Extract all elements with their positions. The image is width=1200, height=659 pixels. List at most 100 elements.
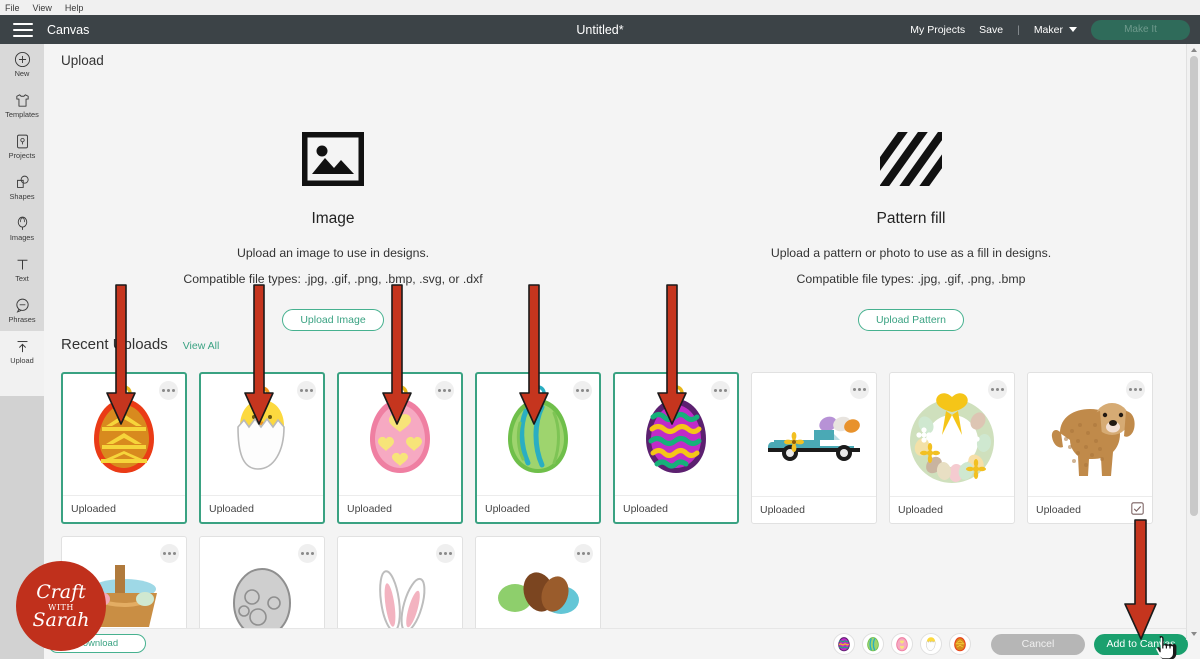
card-menu-button[interactable] bbox=[988, 380, 1007, 399]
sidebar-item-text[interactable]: Text bbox=[0, 249, 44, 290]
cockapoo-dog-art bbox=[1051, 402, 1135, 476]
selected-thumb-chick-in-shell[interactable] bbox=[920, 633, 942, 655]
sidebar-item-projects[interactable]: Projects bbox=[0, 126, 44, 167]
upload-status-label: Uploaded bbox=[485, 503, 530, 515]
vertical-scrollbar[interactable] bbox=[1186, 44, 1200, 640]
selected-thumbnails bbox=[833, 633, 971, 655]
selected-thumb-egg-red-chevron[interactable] bbox=[949, 633, 971, 655]
menu-file[interactable]: File bbox=[5, 3, 20, 13]
save-button[interactable]: Save bbox=[979, 24, 1003, 36]
zone-description: Upload a pattern or photo to use as a fi… bbox=[770, 246, 1052, 260]
panel-heading: Upload bbox=[44, 44, 1200, 76]
sidebar-item-label: Upload bbox=[10, 356, 34, 366]
scrollbar-thumb[interactable] bbox=[1190, 56, 1198, 516]
card-menu-button[interactable] bbox=[574, 544, 593, 563]
sidebar-item-upload[interactable]: Upload bbox=[0, 331, 44, 372]
hamburger-icon[interactable] bbox=[13, 22, 33, 37]
diagonal-stripes-icon bbox=[880, 132, 942, 191]
card-menu-button[interactable] bbox=[573, 381, 592, 400]
bunny-ears-art bbox=[379, 569, 426, 632]
scroll-up-arrow-icon[interactable] bbox=[1191, 48, 1197, 52]
menu-help[interactable]: Help bbox=[65, 3, 84, 13]
zone-title: Pattern fill bbox=[876, 210, 946, 227]
upload-card[interactable]: Uploaded bbox=[1027, 372, 1153, 524]
machine-selector[interactable]: Maker bbox=[1034, 24, 1077, 36]
pattern-upload-zone: Pattern fill Upload a pattern or photo t… bbox=[622, 132, 1200, 336]
cricut-design-space-window: File View Help Canvas Untitled* My Proje… bbox=[0, 0, 1200, 659]
upload-status-label: Uploaded bbox=[209, 503, 254, 515]
sidebar-items: New Templates Projects Shapes Images Tex… bbox=[0, 44, 44, 396]
canvas-label[interactable]: Canvas bbox=[47, 23, 89, 37]
upload-card-caption: Uploaded bbox=[477, 495, 599, 522]
easter-truck-art bbox=[768, 416, 860, 461]
recent-uploads-grid: Uploaded Uploaded Uploaded Uploaded Uplo… bbox=[44, 366, 1200, 659]
watermark-line-1: Craft bbox=[36, 580, 86, 603]
card-menu-button[interactable] bbox=[711, 381, 730, 400]
card-menu-button[interactable] bbox=[435, 381, 454, 400]
upload-pattern-button[interactable]: Upload Pattern bbox=[857, 309, 965, 331]
sidebar-item-label: Shapes bbox=[9, 192, 35, 202]
speech-bubble-icon bbox=[15, 298, 29, 314]
upload-panel: Upload Image Upload an image to use in d… bbox=[44, 44, 1200, 659]
sidebar-item-templates[interactable]: Templates bbox=[0, 85, 44, 126]
arrow-to-card-2 bbox=[244, 284, 274, 425]
sidebar-item-new[interactable]: New bbox=[0, 44, 44, 85]
sidebar-item-label: Text bbox=[15, 274, 29, 284]
zone-file-types: Compatible file types: .jpg, .gif, .png,… bbox=[796, 272, 1026, 286]
upload-card-caption: Uploaded bbox=[615, 495, 737, 522]
zone-title: Image bbox=[311, 210, 355, 227]
cancel-button[interactable]: Cancel bbox=[991, 633, 1085, 655]
upload-arrow-icon bbox=[17, 341, 27, 353]
plus-circle-icon bbox=[14, 52, 30, 68]
clipboard-icon bbox=[16, 134, 28, 149]
menu-view[interactable]: View bbox=[33, 3, 52, 13]
image-placeholder-icon bbox=[300, 130, 366, 191]
arrow-to-card-3 bbox=[382, 284, 412, 425]
make-it-button[interactable]: Make It bbox=[1091, 19, 1190, 40]
arrow-to-card-4 bbox=[519, 284, 549, 425]
sidebar-item-phrases[interactable]: Phrases bbox=[0, 290, 44, 331]
upload-status-label: Uploaded bbox=[347, 503, 392, 515]
upload-status-label: Uploaded bbox=[71, 503, 116, 515]
zone-file-types: Compatible file types: .jpg, .gif, .png,… bbox=[183, 272, 483, 286]
upload-card-caption: Uploaded bbox=[63, 495, 185, 522]
titlebar-actions: My Projects Save | Maker Make It bbox=[910, 19, 1200, 40]
upload-status-label: Uploaded bbox=[760, 504, 805, 516]
upload-card[interactable]: Uploaded bbox=[751, 372, 877, 524]
selected-thumb-egg-purple-zigzag[interactable] bbox=[833, 633, 855, 655]
upload-card[interactable]: Uploaded bbox=[889, 372, 1015, 524]
titlebar-separator: | bbox=[1017, 23, 1020, 36]
card-menu-button[interactable] bbox=[160, 544, 179, 563]
mouse-cursor bbox=[1156, 636, 1177, 659]
my-projects-link[interactable]: My Projects bbox=[910, 24, 965, 36]
card-menu-button[interactable] bbox=[159, 381, 178, 400]
selected-thumb-egg-green-swirl[interactable] bbox=[862, 633, 884, 655]
card-menu-button[interactable] bbox=[436, 544, 455, 563]
grey-egg-art bbox=[233, 567, 291, 638]
upload-status-label: Uploaded bbox=[898, 504, 943, 516]
sidebar-item-images[interactable]: Images bbox=[0, 208, 44, 249]
card-menu-button[interactable] bbox=[850, 380, 869, 399]
scroll-down-arrow-icon[interactable] bbox=[1191, 632, 1197, 636]
sidebar-item-label: Projects bbox=[8, 151, 36, 161]
sidebar-item-shapes[interactable]: Shapes bbox=[0, 167, 44, 208]
upload-card-caption: Uploaded bbox=[339, 495, 461, 522]
card-menu-button[interactable] bbox=[298, 544, 317, 563]
chevron-down-icon bbox=[1069, 27, 1077, 32]
arrow-to-card-5 bbox=[657, 284, 687, 425]
sidebar-item-label: Phrases bbox=[8, 315, 36, 325]
card-menu-button[interactable] bbox=[1126, 380, 1145, 399]
card-menu-button[interactable] bbox=[297, 381, 316, 400]
upload-image-button[interactable]: Upload Image bbox=[282, 309, 384, 331]
upload-status-label: Uploaded bbox=[1036, 504, 1081, 516]
text-t-icon bbox=[17, 260, 27, 270]
recent-uploads-header: Recent Uploads View All bbox=[44, 336, 1200, 366]
view-all-link[interactable]: View All bbox=[183, 340, 220, 352]
selected-thumb-egg-pink-hearts[interactable] bbox=[891, 633, 913, 655]
arrow-to-card-1 bbox=[106, 284, 136, 425]
card-select-checkbox[interactable] bbox=[1131, 502, 1144, 518]
arrow-to-add-to-canvas bbox=[1124, 519, 1157, 640]
upload-zones: Image Upload an image to use in designs.… bbox=[44, 76, 1200, 336]
upload-card-caption: Uploaded bbox=[201, 495, 323, 522]
upload-status-label: Uploaded bbox=[623, 503, 668, 515]
